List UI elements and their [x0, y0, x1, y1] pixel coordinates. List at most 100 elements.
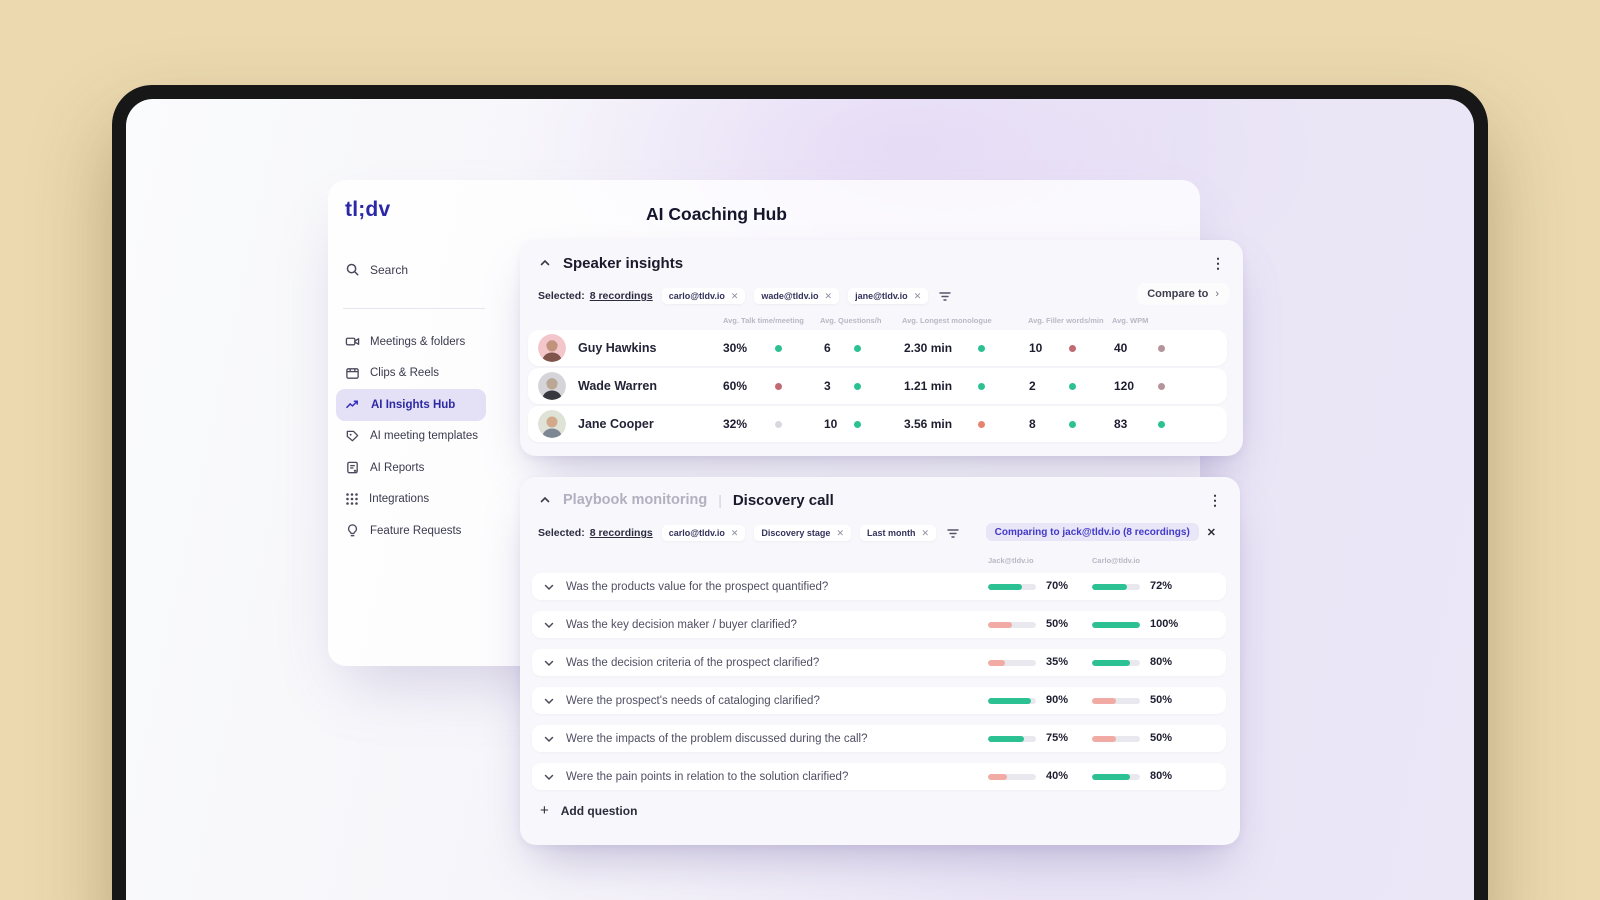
chevron-down-icon[interactable] — [544, 772, 554, 782]
chevron-down-icon[interactable] — [544, 582, 554, 592]
progress-fill — [1092, 659, 1131, 666]
chevron-down-icon[interactable] — [544, 696, 554, 706]
status-dot-dull — [1158, 382, 1165, 390]
progress-bar — [1092, 583, 1140, 590]
filter-chip-carlo-tldv-io[interactable]: carlo@tldv.io ✕ — [661, 288, 746, 304]
column-header: Jack@tldv.io — [988, 556, 1034, 565]
close-icon[interactable]: ✕ — [914, 291, 922, 301]
sidebar-item-ai-reports[interactable]: AI Reports — [336, 452, 486, 484]
progress-fill — [1092, 735, 1116, 742]
metric-value: 1.21 min — [904, 379, 953, 393]
filter-chip-last-month[interactable]: Last month ✕ — [859, 525, 937, 541]
question-text: Was the key decision maker / buyer clari… — [566, 618, 797, 631]
kebab-menu-icon[interactable]: ⋮ — [1206, 491, 1224, 509]
progress-fill — [988, 735, 1024, 742]
metric-cell: 10 — [1029, 330, 1076, 366]
filter-chip-label: carlo@tldv.io — [668, 291, 725, 301]
close-icon[interactable]: ✕ — [836, 528, 844, 538]
close-icon[interactable]: ✕ — [825, 291, 833, 301]
status-dot-dull — [1158, 344, 1165, 352]
playbook-filter-chips: carlo@tldv.io ✕ Discovery stage ✕ Last month… — [661, 525, 937, 541]
sidebar-item-label: AI Reports — [370, 461, 425, 474]
sidebar-item-feature-requests[interactable]: Feature Requests — [336, 515, 486, 547]
laptop-screen: tl;dv Search Meetings & folders Clips & R… — [126, 99, 1474, 900]
speaker-row-wade-warren[interactable]: Wade Warren 60% 3 1.21 min 2 120 — [528, 368, 1227, 404]
question-text: Was the products value for the prospect … — [566, 580, 829, 593]
progress-bar — [988, 735, 1036, 742]
sidebar-item-label: Feature Requests — [370, 524, 462, 537]
playbook-title-muted: Playbook monitoring — [563, 492, 708, 508]
avatar — [538, 410, 566, 438]
kebab-menu-icon[interactable]: ⋮ — [1209, 254, 1227, 272]
speaker-row-jane-cooper[interactable]: Jane Cooper 32% 10 3.56 min 8 83 — [528, 406, 1227, 442]
playbook-question-row[interactable]: Were the pain points in relation to the … — [532, 763, 1226, 790]
progress-fill — [988, 583, 1022, 590]
filter-chip-label: Discovery stage — [761, 528, 831, 538]
metric-cell: 30% — [723, 330, 782, 366]
filter-chip-jane-tldv-io[interactable]: jane@tldv.io ✕ — [848, 288, 929, 304]
speaker-name: Wade Warren — [578, 379, 657, 393]
metric-cell: 6 — [824, 330, 861, 366]
speaker-filter-chips: carlo@tldv.io ✕ wade@tldv.io ✕ jane@tldv.io ✕ — [661, 288, 929, 304]
column-header: Carlo@tldv.io — [1092, 556, 1141, 565]
playbook-question-row[interactable]: Were the prospect's needs of cataloging … — [532, 687, 1226, 714]
close-icon[interactable]: ✕ — [921, 528, 929, 538]
metric-value: 2.30 min — [904, 341, 953, 355]
search-icon — [345, 262, 360, 277]
metric-value: 3.56 min — [904, 417, 953, 431]
collapse-chevron-up-icon[interactable] — [536, 254, 554, 272]
close-icon[interactable]: ✕ — [1207, 526, 1216, 539]
playbook-question-row[interactable]: Were the impacts of the problem discusse… — [532, 725, 1226, 752]
add-question-button[interactable]: + Add question — [540, 803, 637, 818]
collapse-chevron-up-icon[interactable] — [536, 491, 554, 509]
progress-bar — [1092, 659, 1140, 666]
percentage-value: 50% — [1150, 693, 1173, 706]
selected-count[interactable]: 8 recordings — [590, 527, 653, 539]
clapperboard-icon — [345, 366, 360, 381]
sidebar-item-ai-meeting-templates[interactable]: AI meeting templates — [336, 421, 486, 453]
compare-to-button[interactable]: Compare to › — [1137, 283, 1229, 305]
selected-count[interactable]: 8 recordings — [590, 290, 653, 302]
metric-value: 10 — [1029, 341, 1043, 355]
metric-value: 2 — [1029, 379, 1036, 393]
status-dot-salmon — [978, 420, 985, 428]
metric-cell: 2.30 min — [904, 330, 985, 366]
close-icon[interactable]: ✕ — [731, 291, 739, 301]
metric-value: 3 — [824, 379, 831, 393]
speaker-row-guy-hawkins[interactable]: Guy Hawkins 30% 6 2.30 min 10 40 — [528, 330, 1227, 366]
metric-value: 60% — [723, 379, 748, 393]
comparing-badge[interactable]: Comparing to jack@tldv.io (8 recordings) — [985, 523, 1199, 541]
speaker-insights-title: Speaker insights — [563, 254, 684, 272]
sidebar-item-integrations[interactable]: Integrations — [336, 484, 486, 516]
sidebar-item-label: Clips & Reels — [370, 367, 440, 380]
sidebar-item-ai-insights-hub[interactable]: AI Insights Hub — [336, 389, 486, 421]
search-button[interactable]: Search — [345, 262, 408, 277]
chevron-down-icon[interactable] — [544, 620, 554, 630]
question-text: Was the decision criteria of the prospec… — [566, 656, 820, 669]
close-icon[interactable]: ✕ — [731, 528, 739, 538]
filter-funnel-icon[interactable] — [947, 528, 959, 539]
filter-chip-wade-tldv-io[interactable]: wade@tldv.io ✕ — [754, 288, 840, 304]
percentage-value: 80% — [1150, 769, 1173, 782]
metric-value: 10 — [824, 417, 838, 431]
report-doc-icon — [345, 460, 360, 475]
metric-value: 32% — [723, 417, 748, 431]
filter-funnel-icon[interactable] — [939, 291, 951, 302]
sidebar-item-clips-reels[interactable]: Clips & Reels — [336, 358, 486, 390]
chevron-down-icon[interactable] — [544, 658, 554, 668]
sidebar: tl;dv Search Meetings & folders Clips & R… — [328, 180, 490, 666]
sidebar-item-meetings-folders[interactable]: Meetings & folders — [336, 326, 486, 358]
page-title: AI Coaching Hub — [646, 204, 787, 224]
metric-cell: 3.56 min — [904, 406, 985, 442]
filter-chip-label: Last month — [866, 528, 916, 538]
filter-chip-discovery-stage[interactable]: Discovery stage ✕ — [754, 525, 851, 541]
sidebar-item-label: AI meeting templates — [370, 430, 479, 443]
filter-chip-carlo-tldv-io[interactable]: carlo@tldv.io ✕ — [661, 525, 746, 541]
playbook-question-row[interactable]: Was the products value for the prospect … — [532, 573, 1226, 600]
percentage-value: 100% — [1150, 617, 1179, 630]
chevron-down-icon[interactable] — [544, 734, 554, 744]
metric-cell: 120 — [1114, 368, 1165, 404]
playbook-question-row[interactable]: Was the decision criteria of the prospec… — [532, 649, 1226, 676]
playbook-question-row[interactable]: Was the key decision maker / buyer clari… — [532, 611, 1226, 638]
percentage-value: 80% — [1150, 655, 1173, 668]
